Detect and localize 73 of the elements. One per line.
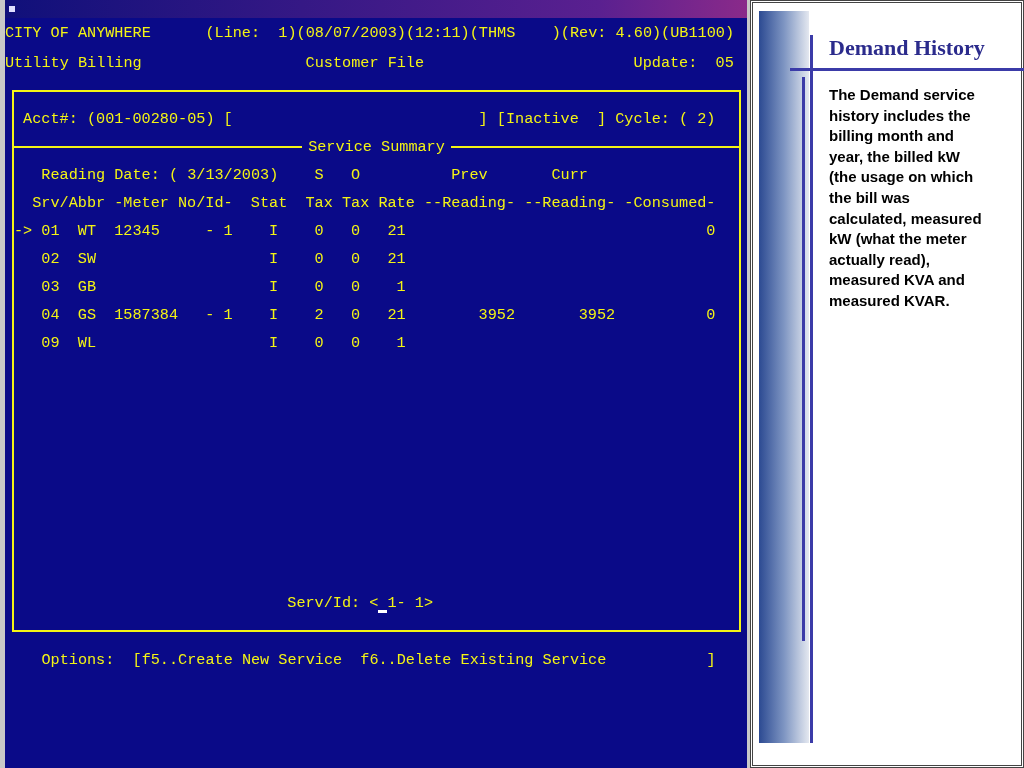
table-cell-text: WL xyxy=(77,333,96,354)
table-cell-text: GB xyxy=(77,277,96,298)
table-cell-text: I xyxy=(269,333,279,354)
column-header: Tax xyxy=(305,193,333,214)
update-number: Update: 05 xyxy=(633,53,734,74)
column-group-header: Curr xyxy=(551,165,588,186)
table-cell-text: 3952 xyxy=(478,305,515,326)
table-cell-text: 1 xyxy=(396,333,406,354)
reading-date: Reading Date: ( 3/13/2003) xyxy=(41,165,279,186)
billing-cycle: Cycle: ( 2) xyxy=(615,109,716,130)
table-cell-text: - 1 xyxy=(205,221,233,242)
table-cell-text: 21 xyxy=(387,221,406,242)
organization-name: CITY OF ANYWHERE xyxy=(5,23,151,44)
slide-text: The Demand service history includes the billing month and year, the billed kW (the usage on which the bill was calculated, measured kW (what the meter actually read), measured KVA and measured KVAR. xyxy=(829,85,983,311)
table-cell-text: 0 xyxy=(706,305,716,326)
table-cell-text: GS xyxy=(77,305,96,326)
table-cell-text: 0 xyxy=(351,249,361,270)
table-cell-text: 0 xyxy=(351,221,361,242)
column-header: Tax xyxy=(341,193,370,214)
section-title: Service Summary xyxy=(307,138,446,156)
column-header: -Consumed- xyxy=(624,193,716,214)
table-cell-text: 1587384 xyxy=(114,305,179,326)
input-field[interactable]: < 1- 1> xyxy=(369,589,434,617)
table-cell-text: 0 xyxy=(314,221,324,242)
table-cell-text: 0 xyxy=(351,305,361,326)
column-group-header: Prev xyxy=(451,165,488,186)
table-cell-text: I xyxy=(269,221,279,242)
bracket: ] xyxy=(706,650,716,671)
column-header: Srv/Abbr xyxy=(32,193,106,214)
table-cell-text: 0 xyxy=(351,277,361,298)
table-cell-text: 21 xyxy=(387,249,406,270)
row-pointer: -> xyxy=(14,221,33,242)
table-cell-text: 03 xyxy=(41,277,60,298)
slide-title: Demand History xyxy=(829,34,986,62)
table-cell-text: 0 xyxy=(314,249,324,270)
table-cell-text: 12345 xyxy=(114,221,161,242)
table-cell-text: 2 xyxy=(314,305,324,326)
bracket: [ xyxy=(132,650,142,671)
column-header: --Reading- xyxy=(524,193,616,214)
table-cell-text: 02 xyxy=(41,249,60,270)
session-info: (Line: 1)(08/07/2003)(12:11)(THMS )(Rev: 4.60)(UB1100) xyxy=(205,23,734,44)
table-cell-text: 0 xyxy=(314,277,324,298)
table-cell-text: I xyxy=(269,305,279,326)
table-cell-text: WT xyxy=(77,221,96,242)
account-number: Acct#: (001-00280-05) [ xyxy=(23,109,233,130)
column-header: --Reading- xyxy=(423,193,515,214)
column-header: Stat xyxy=(250,193,288,214)
column-header: -Meter No/Id- xyxy=(114,193,233,214)
table-cell-text: 01 xyxy=(41,221,60,242)
column-group-header: O xyxy=(351,165,361,186)
table-cell-text: 3952 xyxy=(578,305,616,326)
prompt-label: Serv/Id: xyxy=(287,593,361,614)
table-cell-text: - 1 xyxy=(205,305,233,326)
table-cell-text: I xyxy=(269,277,279,298)
options-label: Options: xyxy=(41,650,115,671)
table-cell-text: 0 xyxy=(314,333,324,354)
table-cell-text: 09 xyxy=(41,333,60,354)
application-name: Utility Billing xyxy=(5,53,142,74)
column-header: Rate xyxy=(378,193,415,214)
account-status: ] [Inactive ] xyxy=(478,109,607,130)
table-cell-text: I xyxy=(269,249,279,270)
table-cell-text: SW xyxy=(77,249,96,270)
table-cell-text: 1 xyxy=(396,277,406,298)
text-cursor xyxy=(378,610,388,613)
table-cell-text: 0 xyxy=(706,221,716,242)
window-icon xyxy=(9,6,15,12)
function-key-option[interactable]: f5..Create New Service xyxy=(141,646,343,674)
screen-title: Customer File xyxy=(305,53,425,74)
column-group-header: S xyxy=(314,165,324,186)
table-cell-text: 04 xyxy=(41,305,60,326)
function-key-option[interactable]: f6..Delete Existing Service xyxy=(360,646,607,674)
table-cell-text: 21 xyxy=(387,305,406,326)
table-cell-text: 0 xyxy=(351,333,361,354)
